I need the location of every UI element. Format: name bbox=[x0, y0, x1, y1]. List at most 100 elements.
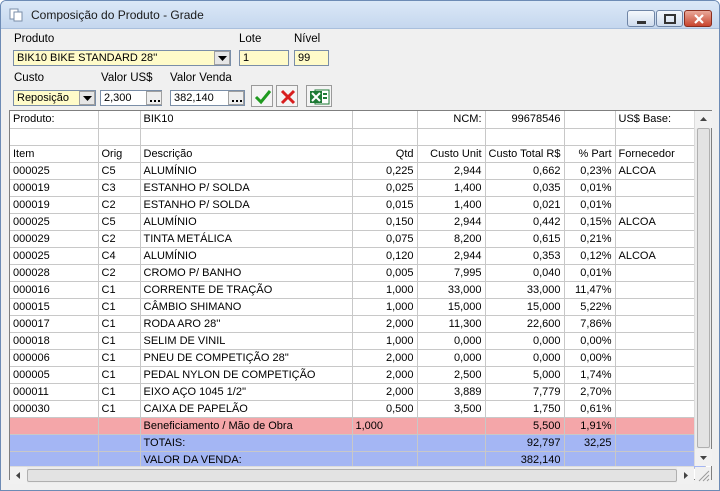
check-icon bbox=[254, 90, 272, 105]
info-ncm-value: 99678546 bbox=[485, 111, 565, 129]
composition-table: Produto: BIK10 NCM: 99678546 US$ Base: I… bbox=[10, 111, 706, 469]
custo-unit-cell: 1,400 bbox=[417, 196, 486, 214]
descricao-cell: ALUMÍNIO bbox=[140, 247, 353, 265]
fornecedor-cell: ALCOA bbox=[615, 162, 706, 180]
custo-total-cell: 1,750 bbox=[485, 400, 565, 418]
table-row[interactable]: 000016 C1 CORRENTE DE TRAÇÃO 1,000 33,000 33,… bbox=[10, 281, 706, 299]
custo-unit-cell: 2,944 bbox=[417, 213, 486, 231]
col-header-descricao[interactable]: Descrição bbox=[140, 145, 353, 163]
col-header-item[interactable]: Item bbox=[10, 145, 99, 163]
table-row[interactable]: 000019 C3 ESTANHO P/ SOLDA 0,025 1,400 0,035 0… bbox=[10, 179, 706, 197]
scroll-left-button[interactable] bbox=[10, 467, 27, 484]
vertical-scroll-thumb[interactable] bbox=[697, 128, 710, 448]
cancel-button[interactable] bbox=[276, 85, 298, 107]
scroll-right-button[interactable] bbox=[677, 467, 694, 484]
col-header-custo-total[interactable]: Custo Total R$ bbox=[485, 145, 565, 163]
col-header-orig[interactable]: Orig bbox=[98, 145, 141, 163]
resize-grip-icon[interactable] bbox=[695, 467, 711, 483]
table-row[interactable]: 000025 C5 ALUMÍNIO 0,225 2,944 0,662 0,23% ALCO… bbox=[10, 162, 706, 180]
produto-select[interactable]: BIK10 BIKE STANDARD 28'' bbox=[13, 50, 231, 66]
table-row[interactable]: 000005 C1 PEDAL NYLON DE COMPETIÇÃO 2,000 2,… bbox=[10, 366, 706, 384]
confirm-button[interactable] bbox=[251, 85, 273, 107]
close-icon bbox=[694, 14, 704, 24]
qtd-cell: 0,500 bbox=[352, 400, 418, 418]
info-produto-value: BIK10 bbox=[140, 111, 353, 129]
custo-label: Custo bbox=[14, 72, 45, 84]
beneficiamento-row[interactable]: Beneficiamento / Mão de Obra 1,000 5,500… bbox=[10, 417, 706, 435]
table-row[interactable]: 000018 C1 SELIM DE VINIL 1,000 0,000 0,000 0,0… bbox=[10, 332, 706, 350]
col-header-qtd[interactable]: Qtd bbox=[352, 145, 418, 163]
chevron-down-icon bbox=[218, 56, 227, 61]
produto-dropdown-button[interactable] bbox=[214, 51, 230, 65]
descricao-cell: CAIXA DE PAPELÃO bbox=[140, 400, 353, 418]
close-button[interactable] bbox=[684, 10, 712, 27]
table-row[interactable]: 000029 C2 TINTA METÁLICA 0,075 8,200 0,615 0,2… bbox=[10, 230, 706, 248]
orig-cell: C1 bbox=[98, 315, 141, 333]
custo-total-cell: 33,000 bbox=[485, 281, 565, 299]
horizontal-scroll-thumb[interactable] bbox=[27, 469, 677, 482]
item-cell: 000011 bbox=[10, 383, 99, 401]
horizontal-scrollbar[interactable] bbox=[10, 466, 694, 484]
scroll-down-button[interactable] bbox=[695, 449, 712, 466]
vertical-scrollbar[interactable] bbox=[694, 111, 712, 466]
qtd-cell: 1,000 bbox=[352, 332, 418, 350]
qtd-cell: 0,120 bbox=[352, 247, 418, 265]
fornecedor-cell: ALCOA bbox=[615, 213, 706, 231]
custo-unit-cell: 7,995 bbox=[417, 264, 486, 282]
table-row[interactable]: 000030 C1 CAIXA DE PAPELÃO 0,500 3,500 1,750 0… bbox=[10, 400, 706, 418]
custo-unit-cell: 0,000 bbox=[417, 332, 486, 350]
valor-venda-ellipsis-button[interactable] bbox=[228, 91, 244, 105]
custo-unit-cell: 1,400 bbox=[417, 179, 486, 197]
table-row[interactable]: 000028 C2 CROMO P/ BANHO 0,005 7,995 0,040 0,0… bbox=[10, 264, 706, 282]
fornecedor-cell: ALCOA bbox=[615, 247, 706, 265]
window-title: Composição do Produto - Grade bbox=[31, 8, 204, 22]
info-ncm-label: NCM: bbox=[417, 111, 486, 129]
descricao-cell: SELIM DE VINIL bbox=[140, 332, 353, 350]
maximize-button[interactable] bbox=[656, 10, 683, 27]
part-cell: 7,86% bbox=[564, 315, 616, 333]
composition-grid[interactable]: Produto: BIK10 NCM: 99678546 US$ Base: I… bbox=[9, 110, 712, 480]
beneficiamento-label: Beneficiamento / Mão de Obra bbox=[140, 417, 353, 435]
custo-total-cell: 7,779 bbox=[485, 383, 565, 401]
x-icon bbox=[280, 89, 296, 105]
custo-dropdown-button[interactable] bbox=[79, 91, 95, 105]
fornecedor-cell bbox=[615, 179, 706, 197]
table-row[interactable]: 000011 C1 EIXO AÇO 1045 1/2'' 2,000 3,889 7,7… bbox=[10, 383, 706, 401]
item-cell: 000019 bbox=[10, 196, 99, 214]
table-row[interactable]: 000017 C1 RODA ARO 28'' 2,000 11,300 22,600 7,… bbox=[10, 315, 706, 333]
chevron-down-icon bbox=[83, 96, 92, 101]
lote-field[interactable]: 1 bbox=[239, 50, 289, 66]
custo-unit-cell: 8,200 bbox=[417, 230, 486, 248]
qtd-cell: 2,000 bbox=[352, 349, 418, 367]
col-header-fornecedor[interactable]: Fornecedor bbox=[615, 145, 706, 163]
orig-cell: C1 bbox=[98, 400, 141, 418]
beneficiamento-qtd: 1,000 bbox=[352, 417, 418, 435]
nivel-field[interactable]: 99 bbox=[294, 50, 329, 66]
table-row[interactable]: 000025 C5 ALUMÍNIO 0,150 2,944 0,442 0,15% ALCO… bbox=[10, 213, 706, 231]
scroll-up-button[interactable] bbox=[695, 111, 712, 128]
export-excel-button[interactable] bbox=[306, 85, 332, 107]
table-row[interactable]: 000025 C4 ALUMÍNIO 0,120 2,944 0,353 0,12% ALCO… bbox=[10, 247, 706, 265]
descricao-cell: ESTANHO P/ SOLDA bbox=[140, 179, 353, 197]
col-header-part[interactable]: % Part bbox=[564, 145, 616, 163]
col-header-custo-unit[interactable]: Custo Unit bbox=[417, 145, 486, 163]
descricao-cell: CORRENTE DE TRAÇÃO bbox=[140, 281, 353, 299]
part-cell: 0,01% bbox=[564, 179, 616, 197]
fornecedor-cell bbox=[615, 332, 706, 350]
custo-total-cell: 0,000 bbox=[485, 332, 565, 350]
fornecedor-cell bbox=[615, 400, 706, 418]
custo-total-cell: 15,000 bbox=[485, 298, 565, 316]
table-row[interactable]: 000006 C1 PNEU DE COMPETIÇÃO 28'' 2,000 0,00… bbox=[10, 349, 706, 367]
item-cell: 000025 bbox=[10, 213, 99, 231]
minimize-button[interactable] bbox=[627, 10, 655, 27]
custo-unit-cell: 15,000 bbox=[417, 298, 486, 316]
table-row[interactable]: 000015 C1 CÂMBIO SHIMANO 1,000 15,000 15,000 5… bbox=[10, 298, 706, 316]
part-cell: 11,47% bbox=[564, 281, 616, 299]
qtd-cell: 0,015 bbox=[352, 196, 418, 214]
table-row[interactable]: 000019 C2 ESTANHO P/ SOLDA 0,015 1,400 0,021 0… bbox=[10, 196, 706, 214]
part-cell: 0,01% bbox=[564, 196, 616, 214]
valor-us-ellipsis-button[interactable] bbox=[146, 91, 162, 105]
excel-icon bbox=[310, 89, 330, 105]
custo-unit-cell: 2,944 bbox=[417, 162, 486, 180]
totais-label: TOTAIS: bbox=[140, 434, 353, 452]
